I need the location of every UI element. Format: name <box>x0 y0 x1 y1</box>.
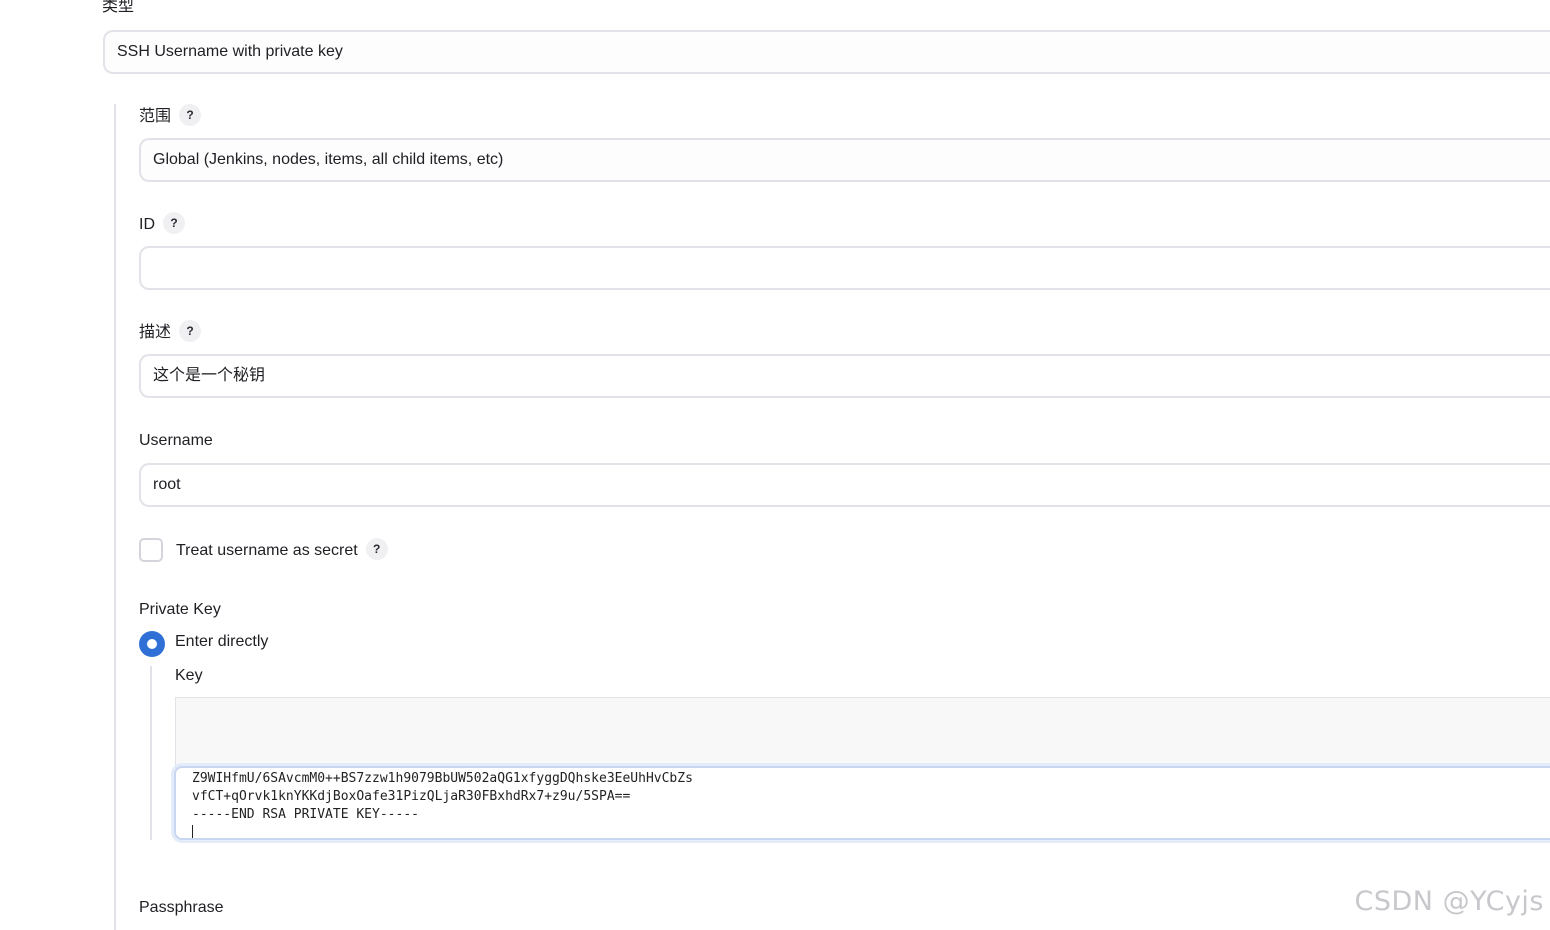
type-select[interactable]: SSH Username with private key <box>103 30 1550 74</box>
csdn-watermark: CSDN @YCyjs <box>1354 886 1544 917</box>
id-label-row: ID? <box>139 212 185 236</box>
key-label: Key <box>175 667 203 684</box>
scope-label: 范围 <box>139 108 172 126</box>
description-input[interactable]: 这个是一个秘钥 <box>139 354 1550 398</box>
id-input[interactable] <box>139 246 1550 290</box>
nested-section-border <box>114 104 116 930</box>
username-input[interactable]: root <box>139 463 1550 507</box>
enter-directly-radio[interactable] <box>139 631 165 657</box>
key-line-3: -----END RSA PRIVATE KEY----- <box>192 807 419 822</box>
treat-secret-help-icon[interactable]: ? <box>365 538 388 560</box>
description-help-icon[interactable]: ? <box>179 320 202 342</box>
key-line-1: Z9WIHfmU/6SAvcmM0++BS7zzw1h9079BbUW502aQ… <box>192 771 693 786</box>
enter-directly-label[interactable]: Enter directly <box>175 632 268 652</box>
treat-secret-label: Treat username as secret <box>176 542 358 560</box>
key-line-2: vfCT+qOrvk1knYKKdjBoxOafe31PizQLjaR30FBx… <box>192 789 631 804</box>
credentials-form-page: 类型 SSH Username with private key 范围? Glo… <box>0 0 1550 930</box>
id-label: ID <box>139 216 155 234</box>
description-label-row: 描述? <box>139 320 202 344</box>
username-label: Username <box>139 432 213 449</box>
passphrase-label: Passphrase <box>139 899 224 916</box>
scope-help-icon[interactable]: ? <box>179 104 202 126</box>
radio-selected-dot <box>147 639 157 649</box>
id-help-icon[interactable]: ? <box>163 212 185 234</box>
key-section-border <box>150 666 152 840</box>
type-label: 类型 <box>102 0 135 15</box>
treat-secret-label-row: Treat username as secret? <box>176 538 388 562</box>
scope-label-row: 范围? <box>139 104 202 128</box>
description-label: 描述 <box>139 324 172 342</box>
key-textarea-scrolled-area[interactable] <box>175 697 1550 767</box>
scope-select[interactable]: Global (Jenkins, nodes, items, all child… <box>139 138 1550 182</box>
text-caret <box>192 825 193 838</box>
treat-username-secret-checkbox[interactable] <box>139 538 163 562</box>
key-textarea[interactable]: Z9WIHfmU/6SAvcmM0++BS7zzw1h9079BbUW502aQ… <box>174 766 1550 840</box>
private-key-label: Private Key <box>139 601 221 618</box>
